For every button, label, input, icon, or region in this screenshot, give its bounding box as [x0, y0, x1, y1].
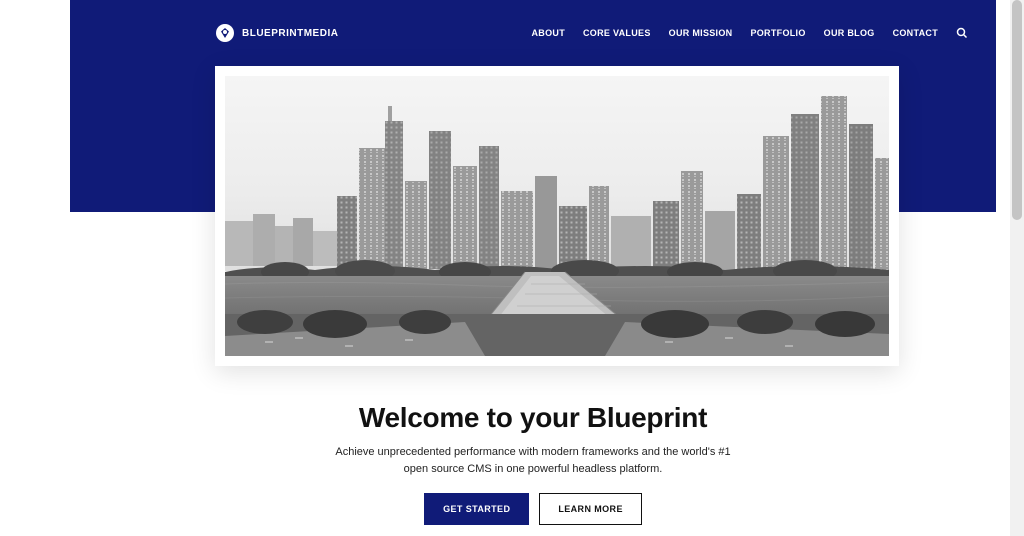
page-title: Welcome to your Blueprint — [70, 402, 996, 434]
scrollbar-thumb[interactable] — [1012, 0, 1022, 220]
location-pin-icon — [216, 24, 234, 42]
page-subtitle: Achieve unprecedented performance with m… — [328, 444, 738, 477]
cta-row: GET STARTED LEARN MORE — [70, 493, 996, 525]
nav-core-values[interactable]: CORE VALUES — [583, 28, 651, 38]
brand-logo[interactable]: BLUEPRINTMEDIA — [216, 24, 338, 42]
search-icon[interactable] — [956, 27, 968, 39]
nav-our-mission[interactable]: OUR MISSION — [669, 28, 733, 38]
hero-image-card — [215, 66, 899, 366]
welcome-section: Welcome to your Blueprint Achieve unprec… — [70, 402, 996, 525]
nav-our-blog[interactable]: OUR BLOG — [824, 28, 875, 38]
scrollbar[interactable] — [1010, 0, 1024, 536]
hero-city-image — [225, 76, 889, 356]
nav-about[interactable]: ABOUT — [532, 28, 566, 38]
nav-portfolio[interactable]: PORTFOLIO — [750, 28, 805, 38]
nav-contact[interactable]: CONTACT — [893, 28, 938, 38]
site-header: BLUEPRINTMEDIA ABOUT CORE VALUES OUR MIS… — [70, 0, 996, 66]
get-started-button[interactable]: GET STARTED — [424, 493, 529, 525]
primary-nav: ABOUT CORE VALUES OUR MISSION PORTFOLIO … — [532, 27, 969, 39]
learn-more-button[interactable]: LEARN MORE — [539, 493, 642, 525]
brand-name: BLUEPRINTMEDIA — [242, 28, 338, 39]
